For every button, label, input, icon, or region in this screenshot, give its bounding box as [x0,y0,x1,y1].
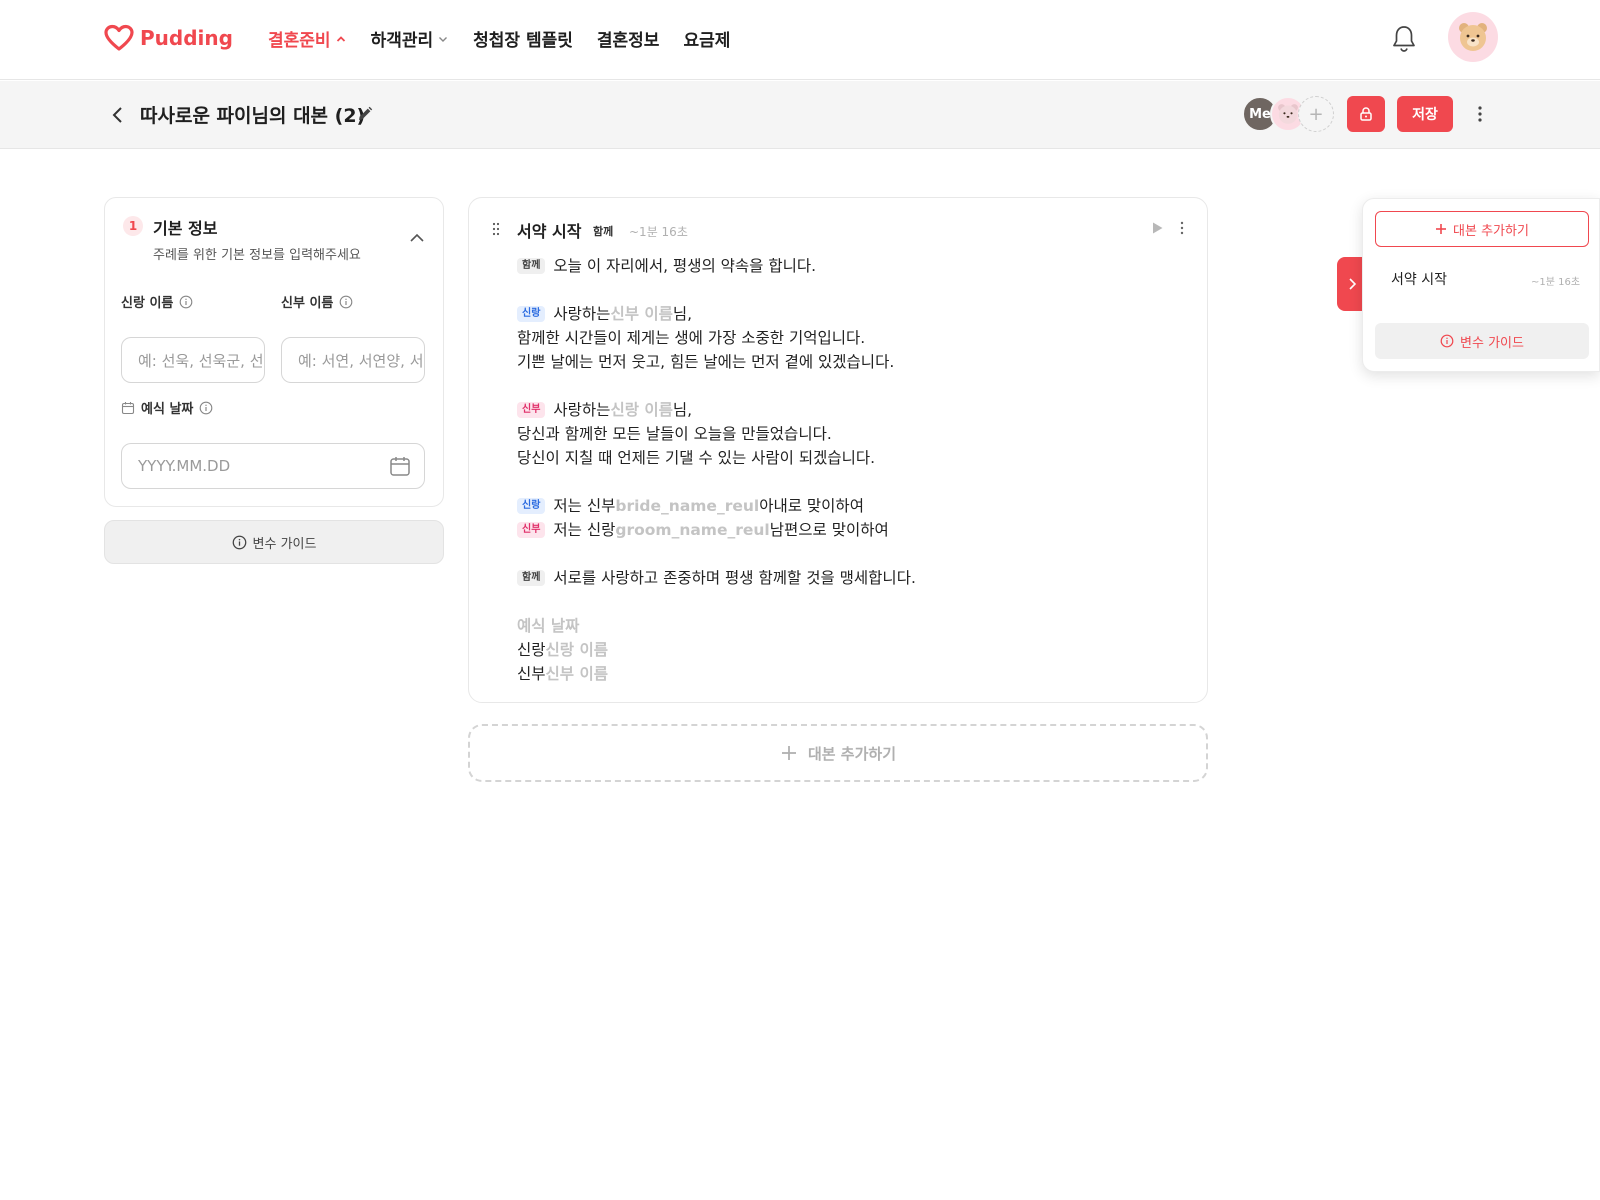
bear-avatar-icon [1278,104,1298,124]
add-script-button[interactable]: 대본 추가하기 [468,724,1208,782]
variable-chip: bride_name_reul [615,497,760,515]
chevron-up-icon[interactable] [409,232,425,244]
groom-name-input[interactable]: 예: 선욱, 선욱군, 선욱 [121,337,265,383]
bride-name-input[interactable]: 예: 서연, 서연양, 서연 [281,337,425,383]
variable-guide-panel-button[interactable]: 변수 가이드 [1375,323,1589,359]
speaker-tag-groom: 신랑 [517,498,546,514]
chevron-down-icon [439,36,448,42]
info-icon[interactable] [339,295,353,309]
script-line: 함께 오늘 이 자리에서, 평생의 약속을 합니다. [517,254,916,278]
user-avatar[interactable] [1448,12,1498,62]
more-options-icon[interactable] [1177,220,1187,236]
play-icon[interactable] [1149,220,1165,236]
variable-guide-button[interactable]: 변수 가이드 [104,520,444,564]
collaborators: Me + [1242,96,1334,132]
speaker-tag: 함께 [593,225,614,238]
add-collaborator-button[interactable]: + [1298,96,1334,132]
step-number: 1 [123,216,143,236]
script-line: 함께한 시간들이 제게는 생에 가장 소중한 기억입니다. [517,329,866,347]
speaker-tag-bride: 신부 [517,522,546,538]
main-nav: 결혼준비 하객관리 청첩장 템플릿 결혼정보 요금제 [268,26,730,51]
nav-item-wedding-prep[interactable]: 결혼준비 [268,26,347,51]
script-line: 당신과 함께한 모든 날들이 오늘을 만들었습니다. [517,425,832,443]
script-card: 서약 시작 함께 ~1분 16초 함께 오늘 이 자리에서, 평생의 약속을 합… [468,197,1208,703]
page-title: 따사로운 파이님의 대본 (2) [140,105,366,127]
groom-name-label: 신랑 이름 [121,292,193,311]
wedding-date-label: 예식 날짜 [121,398,213,417]
script-line: 당신이 지칠 때 언제든 기댈 수 있는 사람이 되겠습니다. [517,449,876,467]
info-icon [232,535,246,549]
lock-icon [1360,107,1372,121]
plus-icon [781,746,796,760]
basic-info-card: 1 기본 정보 주례를 위한 기본 정보를 입력해주세요 신랑 이름 신부 이름… [104,197,444,507]
bear-avatar-icon [1459,23,1487,51]
script-line: 함께 서로를 사랑하고 존중하며 평생 함께할 것을 맹세합니다. [517,566,916,590]
drag-handle-icon[interactable] [491,222,501,236]
chevron-right-icon [1349,278,1357,290]
outline-item-title[interactable]: 서약 시작 [1391,269,1447,289]
script-line: 예식 날짜 [517,614,916,638]
script-line: 신랑 신랑 이름 [517,638,916,662]
variable-chip: 신랑 이름 [610,401,673,419]
nav-item-pricing[interactable]: 요금제 [683,26,730,51]
script-line: 신부 저는 신랑 groom_name_reul 남편으로 맞이하여 [517,518,916,542]
script-body[interactable]: 함께 오늘 이 자리에서, 평생의 약속을 합니다. 신랑 사랑하는 신부 이름… [517,254,916,686]
nav-item-guest-management[interactable]: 하객관리 [371,26,450,51]
variable-chip: 예식 날짜 [517,617,580,635]
save-button[interactable]: 저장 [1397,96,1453,132]
script-title: 서약 시작 [517,222,582,241]
nav-item-wedding-info[interactable]: 결혼정보 [597,26,660,51]
back-arrow-icon[interactable] [108,103,128,127]
speaker-tag-groom: 신랑 [517,306,546,322]
speaker-tag-together: 함께 [517,258,546,274]
lock-button[interactable] [1347,96,1385,132]
info-icon[interactable] [179,295,193,309]
script-line: 신랑 저는 신부 bride_name_reul 아내로 맞이하여 [517,494,916,518]
more-options-icon[interactable] [1472,103,1488,125]
variable-chip: 신랑 이름 [545,641,608,659]
bell-icon[interactable] [1390,24,1418,54]
info-icon[interactable] [199,401,213,415]
variable-chip: groom_name_reul [615,521,770,539]
heart-logo-icon [104,24,134,51]
section-title: 기본 정보 [153,219,218,238]
plus-icon [1436,224,1447,234]
variable-chip: 신부 이름 [610,305,673,323]
nav-item-invitation-templates[interactable]: 청첩장 템플릿 [473,26,573,51]
calendar-icon[interactable] [389,455,411,477]
info-icon [1440,334,1454,348]
bride-name-label: 신부 이름 [281,292,353,311]
section-description: 주례를 위한 기본 정보를 입력해주세요 [153,248,361,263]
speaker-tag-together: 함께 [517,570,546,586]
script-outline-panel: 대본 추가하기 서약 시작 ~1분 16초 변수 가이드 [1362,198,1600,372]
top-nav: Pudding 결혼준비 하객관리 청첩장 템플릿 결혼정보 요금제 [0,0,1600,80]
script-line: 신부 사랑하는 신랑 이름 님, [517,398,916,422]
editor-header: 따사로운 파이님의 대본 (2) Me + 저장 [0,81,1600,149]
variable-chip: 신부 이름 [545,665,608,683]
script-line: 기쁜 날에는 먼저 웃고, 힘든 날에는 먼저 곁에 있겠습니다. [517,353,895,371]
calendar-icon [121,401,135,414]
speaker-tag-bride: 신부 [517,402,546,418]
outline-item-duration: ~1분 16초 [1531,277,1581,288]
brand-name: Pudding [140,26,233,50]
script-duration: ~1분 16초 [629,225,688,239]
add-script-panel-button[interactable]: 대본 추가하기 [1375,211,1589,247]
pencil-icon[interactable] [356,105,374,123]
script-line: 신부 신부 이름 [517,662,916,686]
wedding-date-input[interactable]: YYYY.MM.DD [121,443,425,489]
chevron-up-icon [336,35,345,42]
brand-logo[interactable]: Pudding [104,24,233,52]
script-line: 신랑 사랑하는 신부 이름 님, [517,302,916,326]
